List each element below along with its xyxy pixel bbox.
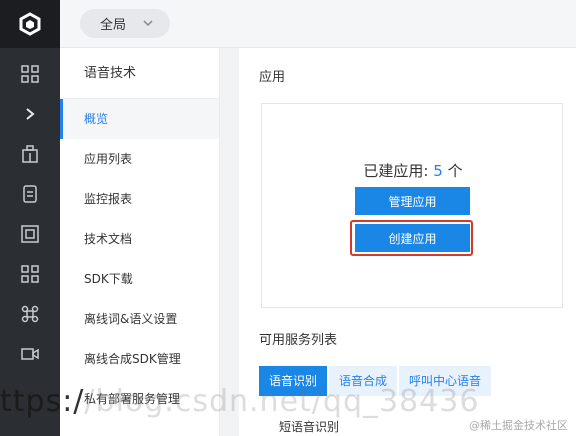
watermark-left: ttps:/ <box>0 384 85 419</box>
created-prefix: 已建应用: <box>363 162 429 180</box>
created-apps-count: 已建应用: 5 个 <box>262 160 564 181</box>
services-title: 可用服务列表 <box>259 333 338 348</box>
rail-expand[interactable] <box>0 94 60 134</box>
command-icon <box>21 305 39 323</box>
watermark-credit: @稀土掘金技术社区 <box>469 419 568 432</box>
rail-dashboard[interactable] <box>0 54 60 94</box>
apps-icon <box>21 265 39 283</box>
sidebar-title: 语音技术 <box>60 48 219 99</box>
rail-building[interactable] <box>0 134 60 174</box>
section-title-apps: 应用 <box>259 70 286 85</box>
frame-icon <box>21 225 39 243</box>
chevron-down-icon <box>143 20 153 27</box>
console-app: 全局 语音技术 概览 应用列表 监控报表 技术文档 SDK下载 离线词&语义设置… <box>0 0 576 436</box>
rail-video[interactable] <box>0 334 60 374</box>
grid-icon <box>21 65 39 83</box>
main-content: 应用 已建应用: 5 个 管理应用 创建应用 可用服务列表 语音识别 语音合成 … <box>220 48 576 436</box>
rail-document[interactable] <box>0 174 60 214</box>
manage-apps-button[interactable]: 管理应用 <box>355 187 470 215</box>
chevron-right-icon <box>26 108 35 120</box>
sidebar-item-monitor-report[interactable]: 监控报表 <box>60 179 219 219</box>
main-panel: 应用 已建应用: 5 个 管理应用 创建应用 可用服务列表 语音识别 语音合成 … <box>239 48 576 436</box>
scope-label: 全局 <box>100 18 127 33</box>
service-item-short-speech[interactable]: 短语音识别 <box>279 418 339 435</box>
sidebar-item-offline-words[interactable]: 离线词&语义设置 <box>60 299 219 339</box>
product-sidebar: 语音技术 概览 应用列表 监控报表 技术文档 SDK下载 离线词&语义设置 离线… <box>60 48 220 436</box>
created-count: 5 <box>433 162 443 180</box>
scope-selector[interactable]: 全局 <box>80 9 170 38</box>
sidebar-item-app-list[interactable]: 应用列表 <box>60 139 219 179</box>
document-icon <box>23 185 37 203</box>
watermark-mid: /blog.csdn.net/qq_38436 <box>84 384 480 419</box>
sidebar-item-tech-docs[interactable]: 技术文档 <box>60 219 219 259</box>
sidebar-item-overview[interactable]: 概览 <box>60 99 219 139</box>
rail-monitor[interactable] <box>0 214 60 254</box>
rail-command[interactable] <box>0 294 60 334</box>
rail-apps[interactable] <box>0 254 60 294</box>
building-icon <box>22 145 38 163</box>
top-bar: 全局 <box>60 0 576 48</box>
hexagon-logo-icon <box>19 12 41 36</box>
icon-rail <box>0 0 60 436</box>
sidebar-item-offline-sdk[interactable]: 离线合成SDK管理 <box>60 339 219 379</box>
video-icon <box>21 348 39 360</box>
logo[interactable] <box>0 0 60 48</box>
apps-card: 已建应用: 5 个 管理应用 创建应用 <box>261 103 563 308</box>
watermark-url: ttps://blog.csdn.net/qq_38436 <box>0 384 479 419</box>
created-unit: 个 <box>447 162 463 180</box>
create-app-button[interactable]: 创建应用 <box>355 224 470 252</box>
sidebar-item-sdk-download[interactable]: SDK下载 <box>60 259 219 299</box>
